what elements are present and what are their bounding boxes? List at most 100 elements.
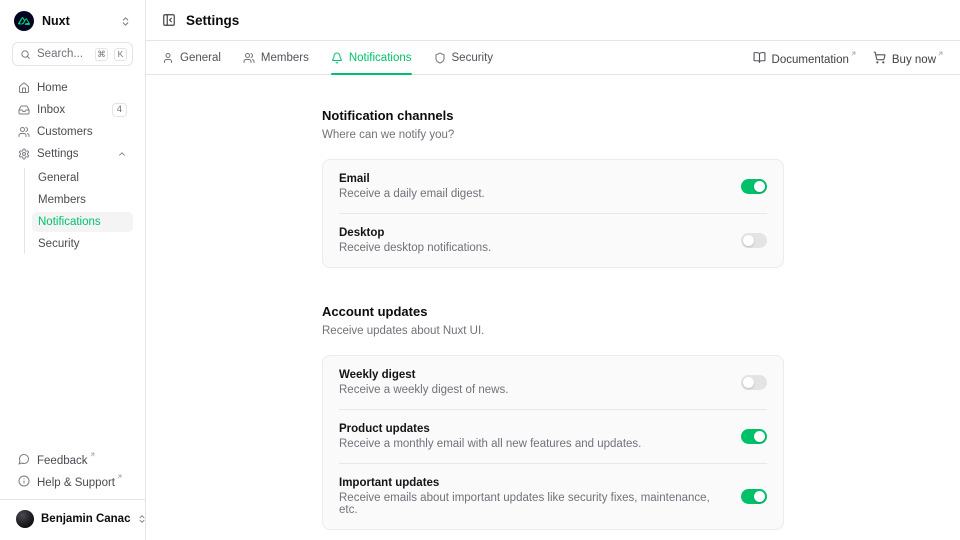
user-icon [162,52,174,64]
content-area: Notification channels Where can we notif… [146,75,960,540]
setting-label: Important updates [339,477,725,489]
setting-row-weekly-digest: Weekly digest Receive a weekly digest of… [339,356,767,409]
sidebar-item-home[interactable]: Home [12,78,133,98]
sidebar-footer: Feedback Help & Support [12,449,133,491]
setting-text: Desktop Receive desktop notifications. [339,227,491,254]
search-input[interactable]: Search... ⌘ K [12,42,133,66]
sidebar-item-settings[interactable]: Settings [12,144,133,164]
sub-item-label: Notifications [38,216,101,228]
sidebar-divider [0,499,145,500]
nuxt-logo-icon [14,11,34,31]
sidebar-item-members[interactable]: Members [32,190,133,210]
setting-row-important-updates: Important updates Receive emails about i… [339,463,767,529]
users-icon [18,126,30,138]
desktop-toggle[interactable] [741,233,767,248]
sidebar-item-customers[interactable]: Customers [12,122,133,142]
setting-description: Receive desktop notifications. [339,242,491,254]
setting-text: Important updates Receive emails about i… [339,477,725,516]
help-support-link[interactable]: Help & Support [12,471,133,491]
workspace-selector[interactable]: Nuxt [12,8,133,34]
tab-label: Security [452,52,494,64]
kbd-k: K [114,48,127,61]
tabs-bar: General Members Notifications [146,41,960,75]
settings-subnav: General Members Notifications Security [24,168,133,254]
sidebar-item-inbox[interactable]: Inbox 4 [12,100,133,120]
important-updates-toggle[interactable] [741,489,767,504]
buy-now-link[interactable]: Buy now [873,50,944,66]
action-label: Buy now [892,50,944,66]
setting-description: Receive a daily email digest. [339,188,485,200]
external-link-icon [937,50,944,57]
product-updates-toggle[interactable] [741,429,767,444]
main: Settings General Members [146,0,960,540]
tab-general[interactable]: General [162,41,221,74]
app: Nuxt Search... ⌘ K Home [0,0,960,540]
weekly-digest-toggle[interactable] [741,375,767,390]
setting-label: Weekly digest [339,369,508,381]
setting-row-desktop: Desktop Receive desktop notifications. [339,213,767,267]
search-placeholder: Search... [37,48,89,60]
setting-text: Weekly digest Receive a weekly digest of… [339,369,508,396]
sidebar-nav: Home Inbox 4 Customers Settings [12,78,133,254]
email-toggle[interactable] [741,179,767,194]
footer-item-label: Feedback [37,451,127,467]
house-icon [18,82,30,94]
kbd-meta: ⌘ [95,48,108,61]
setting-description: Receive a weekly digest of news. [339,384,508,396]
sidebar-item-general[interactable]: General [32,168,133,188]
workspace-name: Nuxt [42,14,112,28]
feedback-link[interactable]: Feedback [12,449,133,469]
sidebar-item-label: Inbox [37,104,105,116]
sidebar-item-label: Customers [37,126,127,138]
user-menu[interactable]: Benjamin Canac [12,506,133,532]
panel-left-close-icon[interactable] [162,13,176,27]
section-account-updates: Account updates Receive updates about Nu… [322,304,784,530]
tab-members[interactable]: Members [243,41,309,74]
setting-text: Product updates Receive a monthly email … [339,423,641,450]
chevrons-up-down-icon [120,16,131,27]
section-description: Receive updates about Nuxt UI. [322,325,784,337]
tabs: General Members Notifications [162,41,493,74]
sidebar-item-label: Home [37,82,127,94]
setting-description: Receive emails about important updates l… [339,492,725,516]
chevron-up-icon [117,149,127,159]
page-title: Settings [186,13,239,28]
setting-description: Receive a monthly email with all new fea… [339,438,641,450]
setting-text: Email Receive a daily email digest. [339,173,485,200]
users-icon [243,52,255,64]
sidebar-item-label: Settings [37,148,110,160]
documentation-link[interactable]: Documentation [753,50,857,66]
book-open-icon [753,51,766,64]
tab-label: Members [261,52,309,64]
sidebar-item-notifications[interactable]: Notifications [32,212,133,232]
message-circle-icon [18,453,30,465]
header-actions: Documentation Buy now [753,50,944,66]
page-header: Settings [146,0,960,41]
bell-icon [331,52,343,64]
external-link-icon [116,473,123,480]
sub-item-label: Members [38,194,86,206]
tab-label: General [180,52,221,64]
section-title: Notification channels [322,108,784,123]
inbox-count-badge: 4 [112,103,127,117]
inbox-icon [18,104,30,116]
sub-item-label: General [38,172,79,184]
settings-card: Email Receive a daily email digest. Desk… [322,159,784,268]
section-description: Where can we notify you? [322,129,784,141]
sidebar-item-security[interactable]: Security [32,234,133,254]
external-link-icon [850,50,857,57]
gear-icon [18,148,30,160]
footer-item-label: Help & Support [37,473,127,489]
avatar [16,510,34,528]
setting-row-product-updates: Product updates Receive a monthly email … [339,409,767,463]
sub-item-label: Security [38,238,80,250]
user-name: Benjamin Canac [41,513,130,525]
setting-row-email: Email Receive a daily email digest. [339,160,767,213]
setting-label: Product updates [339,423,641,435]
search-icon [20,49,31,60]
setting-label: Email [339,173,485,185]
section-notification-channels: Notification channels Where can we notif… [322,108,784,268]
tab-notifications[interactable]: Notifications [331,41,412,74]
tab-security[interactable]: Security [434,41,494,74]
tab-label: Notifications [349,52,412,64]
